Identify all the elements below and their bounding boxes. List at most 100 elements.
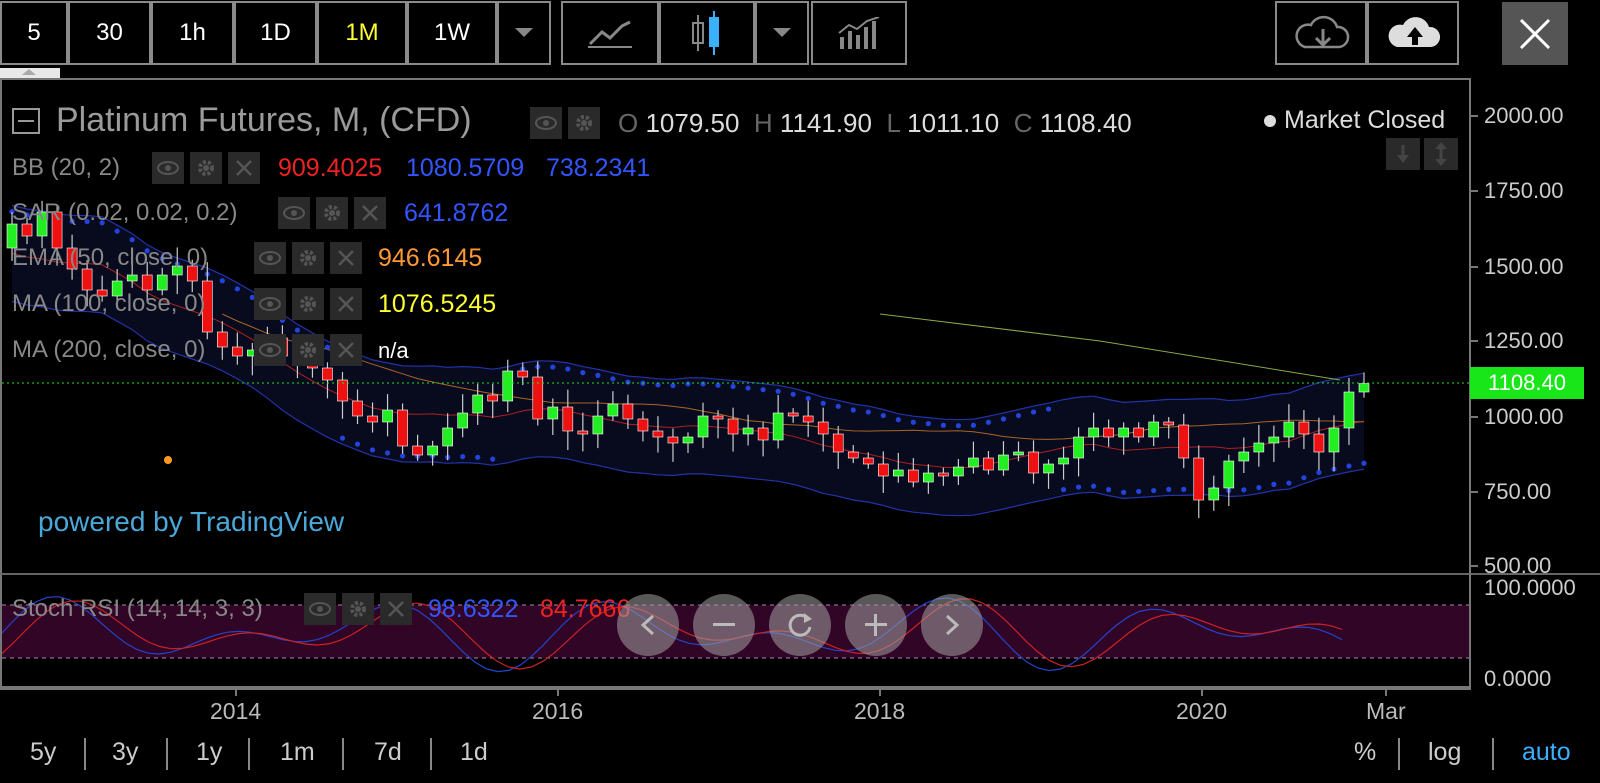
candle-body xyxy=(457,412,468,429)
auto-scale-button[interactable]: auto xyxy=(1522,738,1571,767)
close-icon[interactable] xyxy=(330,334,362,366)
sar-dot xyxy=(369,447,376,453)
sar-dot xyxy=(1075,484,1082,490)
stoch-axis-label: 100.0000 xyxy=(1484,575,1576,600)
price-axis-label: 2000.00 xyxy=(1484,103,1564,128)
sar-dot xyxy=(460,454,466,460)
gear-icon[interactable] xyxy=(292,288,324,320)
candle-body xyxy=(802,415,814,423)
candle-body xyxy=(1298,421,1310,435)
scale-down-button[interactable] xyxy=(1386,138,1420,170)
sar-dot xyxy=(895,417,901,423)
candle-body xyxy=(697,415,709,438)
candle-body xyxy=(923,472,934,483)
minus-icon xyxy=(713,623,735,626)
close-icon[interactable] xyxy=(354,197,386,229)
eye-icon[interactable] xyxy=(530,107,562,139)
gear-icon[interactable] xyxy=(316,197,348,229)
open-value: 1079.50 xyxy=(645,108,740,138)
range-5y-button[interactable]: 5y xyxy=(30,738,56,767)
sar-dot xyxy=(580,370,586,376)
candle-body xyxy=(1103,427,1114,438)
indicator-sar-actions xyxy=(278,197,386,229)
candle-body xyxy=(1058,457,1069,465)
eye-icon[interactable] xyxy=(254,242,286,274)
bollinger-band-fill xyxy=(12,205,1364,516)
sar-dot xyxy=(925,421,931,427)
eye-icon[interactable] xyxy=(278,197,310,229)
sar-dot xyxy=(790,391,796,397)
close-icon[interactable] xyxy=(380,593,412,625)
range-separator xyxy=(1398,738,1400,770)
log-scale-button[interactable]: log xyxy=(1428,738,1461,767)
sar-dot xyxy=(850,407,856,413)
eye-icon[interactable] xyxy=(152,152,184,184)
price-axis-label: 1750.00 xyxy=(1484,178,1564,203)
scroll-right-button[interactable] xyxy=(921,594,983,656)
time-axis-label: Mar xyxy=(1366,698,1406,724)
ohlc-values: O 1079.50 H 1141.90 L 1011.10 C 1108.40 xyxy=(618,108,1132,138)
zoom-in-button[interactable] xyxy=(845,594,907,656)
indicator-stochrsi-label: Stoch RSI (14, 14, 3, 3) xyxy=(12,595,263,622)
candle-body xyxy=(847,451,859,459)
gear-icon[interactable] xyxy=(292,334,324,366)
powered-by-watermark[interactable]: powered by TradingView xyxy=(38,506,344,538)
indicator-sar-label: SAR (0.02, 0.02, 0.2) xyxy=(12,199,238,226)
reset-chart-button[interactable] xyxy=(769,594,831,656)
range-separator xyxy=(342,738,344,770)
candle-body xyxy=(1283,421,1295,438)
sar-dot xyxy=(625,379,631,385)
range-1m-button[interactable]: 1m xyxy=(280,738,315,767)
candle-body xyxy=(1238,451,1250,462)
sar-dot xyxy=(985,419,992,425)
percent-scale-button[interactable]: % xyxy=(1354,738,1376,767)
candle-body xyxy=(217,331,228,348)
range-1y-button[interactable]: 1y xyxy=(196,738,222,767)
sar-dot xyxy=(1151,487,1157,494)
candle-body xyxy=(983,457,994,471)
sar-dot xyxy=(1256,484,1262,491)
candle-body xyxy=(577,430,589,435)
candle-body xyxy=(1043,463,1054,474)
gear-icon[interactable] xyxy=(292,242,324,274)
chevron-left-icon xyxy=(640,614,655,636)
arrow-down-icon xyxy=(1397,145,1409,163)
gear-icon[interactable] xyxy=(568,107,600,139)
sar-dot xyxy=(910,419,916,425)
bb-lower-value: 738.2341 xyxy=(546,154,651,182)
candle-body xyxy=(1268,436,1280,444)
scroll-left-button[interactable] xyxy=(617,594,679,656)
close-icon[interactable] xyxy=(330,288,362,320)
sar-dot xyxy=(820,400,826,406)
sar-dot xyxy=(700,381,706,387)
sar-dot xyxy=(234,286,240,292)
scale-updown-button[interactable] xyxy=(1424,138,1458,170)
ma-line xyxy=(879,313,1341,381)
sar-dot xyxy=(880,412,886,419)
close-icon[interactable] xyxy=(330,242,362,274)
eye-icon[interactable] xyxy=(254,334,286,366)
candle-body xyxy=(1178,424,1190,459)
sar-dot xyxy=(595,372,601,378)
range-separator xyxy=(166,738,168,770)
gear-icon[interactable] xyxy=(342,593,374,625)
candle-body xyxy=(487,394,499,402)
range-7d-button[interactable]: 7d xyxy=(374,738,402,767)
candle-body xyxy=(1223,460,1235,489)
legend-collapse-toggle[interactable] xyxy=(12,108,40,134)
range-3y-button[interactable]: 3y xyxy=(112,738,138,767)
bb-upper-value: 1080.5709 xyxy=(406,154,525,182)
zoom-out-button[interactable] xyxy=(693,594,755,656)
price-axis-label: 1000.00 xyxy=(1484,404,1564,429)
refresh-icon xyxy=(788,613,812,637)
candle-body xyxy=(232,346,243,357)
close-icon[interactable] xyxy=(228,152,260,184)
candle-body xyxy=(862,457,874,465)
eye-icon[interactable] xyxy=(304,593,336,625)
gear-icon[interactable] xyxy=(190,152,222,184)
eye-icon[interactable] xyxy=(254,288,286,320)
sar-dot xyxy=(129,237,135,243)
ma100-value: 1076.5245 xyxy=(378,290,497,318)
range-1d-button[interactable]: 1d xyxy=(460,738,488,767)
candle-body xyxy=(1148,421,1159,438)
